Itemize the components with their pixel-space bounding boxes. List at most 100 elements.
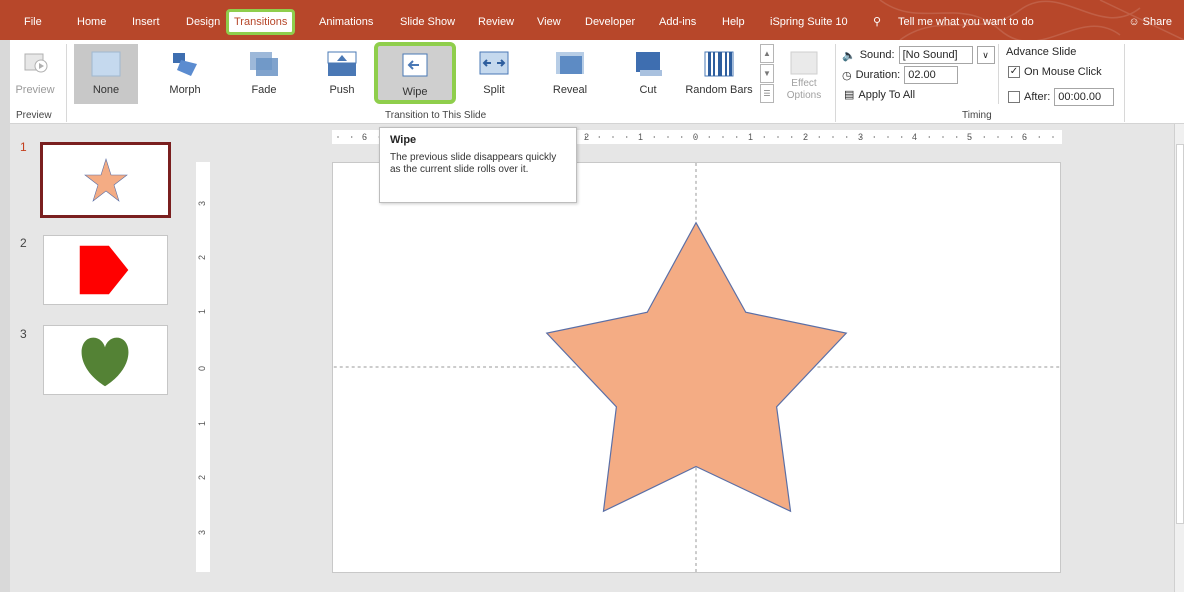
group-divider xyxy=(66,44,67,122)
transition-label: Cut xyxy=(639,84,657,96)
transition-label: Reveal xyxy=(552,84,588,96)
speaker-icon: 🔈 xyxy=(842,49,856,62)
gallery-scroll-up[interactable]: ▲ xyxy=(760,44,774,63)
transition-label: Split xyxy=(483,84,505,96)
ruler-tick: 2 xyxy=(197,255,207,260)
preview-label: Preview xyxy=(15,84,55,96)
chevron-down-icon[interactable]: ∨ xyxy=(976,46,995,64)
tab-transitions[interactable]: Transitions xyxy=(226,9,296,35)
effect-options-icon xyxy=(790,51,818,75)
wipe-transition-icon xyxy=(402,53,428,77)
wipe-tooltip: Wipe The previous slide disappears quick… xyxy=(379,127,577,203)
after-row: After: 00:00.00 xyxy=(1008,88,1115,106)
after-checkbox[interactable] xyxy=(1008,91,1020,103)
push-transition-icon xyxy=(327,51,357,76)
tab-ispring-suite[interactable]: iSpring Suite 10 xyxy=(770,12,848,32)
effect-options-line1: Effect xyxy=(791,78,817,89)
preview-button[interactable]: Preview xyxy=(12,44,58,104)
slide-thumbnail-1[interactable] xyxy=(40,142,171,218)
ruler-tick: 0 xyxy=(197,366,207,371)
tell-me-search[interactable]: Tell me what you want to do xyxy=(898,12,1034,32)
tab-help[interactable]: Help xyxy=(722,12,745,32)
apply-all-label: Apply To All xyxy=(858,88,916,101)
effect-options-label: Effect Options xyxy=(778,78,830,102)
transition-label: Push xyxy=(329,84,355,96)
ruler-tick: 4 xyxy=(912,132,917,142)
tab-insert[interactable]: Insert xyxy=(132,12,160,32)
tab-view[interactable]: View xyxy=(537,12,561,32)
current-slide-canvas[interactable] xyxy=(332,162,1061,573)
transition-fade[interactable]: Fade xyxy=(234,44,294,104)
gallery-more[interactable]: ☰ xyxy=(760,84,774,103)
tab-add-ins[interactable]: Add-ins xyxy=(659,12,696,32)
lightbulb-icon: ⚲ xyxy=(873,16,882,28)
clock-icon: ◷ xyxy=(842,69,852,82)
morph-transition-icon xyxy=(173,53,197,76)
ruler-tick: 6 xyxy=(362,132,367,142)
ruler-tick: 3 xyxy=(197,201,207,206)
transition-label: Morph xyxy=(169,84,201,96)
tab-review[interactable]: Review xyxy=(478,12,514,32)
apply-all-icon: ▤ xyxy=(844,89,855,101)
tooltip-title: Wipe xyxy=(390,134,417,146)
sound-row: 🔈 Sound: [No Sound] ∨ xyxy=(842,46,995,64)
effect-options-button[interactable]: Effect Options xyxy=(778,44,830,104)
transition-wipe[interactable]: Wipe xyxy=(374,42,456,104)
transition-label: Wipe xyxy=(402,86,428,98)
transition-reveal[interactable]: Reveal xyxy=(540,44,600,104)
transition-cut[interactable]: Cut xyxy=(618,44,678,104)
transition-group-label: Transition to This Slide xyxy=(385,110,487,121)
slide-number: 3 xyxy=(20,327,27,341)
slide-thumbnail-3[interactable] xyxy=(43,325,168,395)
transition-random-bars[interactable]: Random Bars xyxy=(684,44,754,104)
transition-push[interactable]: Push xyxy=(312,44,372,104)
none-transition-icon xyxy=(91,51,121,77)
after-time-input[interactable]: 00:00.00 xyxy=(1054,88,1115,106)
ruler-tick: 3 xyxy=(197,530,207,535)
preview-group-label: Preview xyxy=(16,110,52,121)
advance-slide-title: Advance Slide xyxy=(1006,46,1077,58)
apply-all-button[interactable]: ▤ Apply To All xyxy=(844,88,916,102)
transition-label: Fade xyxy=(251,84,277,96)
random-bars-transition-icon xyxy=(704,51,734,77)
ruler-tick: 1 xyxy=(197,421,207,426)
tab-design[interactable]: Design xyxy=(186,12,220,32)
duration-label: Duration: xyxy=(855,69,901,81)
star-shape-thumbnail xyxy=(84,157,128,202)
timing-group-label: Timing xyxy=(962,110,992,121)
ruler-tick: 6 xyxy=(1022,132,1027,142)
slide-number: 1 xyxy=(20,140,27,154)
tooltip-body: The previous slide disappears quickly as… xyxy=(390,152,557,175)
heart-shape-thumbnail xyxy=(81,337,129,387)
reveal-transition-icon xyxy=(556,52,584,74)
after-label: After: xyxy=(1024,91,1051,103)
tab-developer[interactable]: Developer xyxy=(585,12,635,32)
ribbon-tab-bar: File Home Insert Design Transitions Anim… xyxy=(0,0,1184,40)
transition-label: Random Bars xyxy=(685,84,753,96)
vertical-scrollbar[interactable] xyxy=(1174,124,1184,592)
group-divider xyxy=(1124,44,1125,122)
vertical-ruler: 3 2 1 0 1 2 3 xyxy=(196,162,210,572)
scroll-thumb[interactable] xyxy=(1176,144,1184,524)
gallery-scroll-down[interactable]: ▼ xyxy=(760,64,774,83)
share-label: Share xyxy=(1142,16,1172,28)
sound-label: Sound: xyxy=(859,49,895,61)
split-transition-icon xyxy=(479,51,509,75)
ruler-tick: 2 xyxy=(584,132,589,142)
tab-animations[interactable]: Animations xyxy=(319,12,373,32)
effect-options-line2: Options xyxy=(786,90,822,101)
share-button[interactable]: ☺ Share xyxy=(1128,12,1172,32)
slide-thumbnail-pane: 1 2 3 xyxy=(10,124,190,592)
on-mouse-click-checkbox[interactable]: ✓ xyxy=(1008,66,1020,78)
tab-file[interactable]: File xyxy=(24,12,42,32)
sound-dropdown[interactable]: [No Sound] xyxy=(898,46,973,64)
transition-none[interactable]: None xyxy=(74,44,138,104)
tab-slide-show[interactable]: Slide Show xyxy=(400,12,455,32)
tab-home[interactable]: Home xyxy=(77,12,106,32)
timing-divider xyxy=(998,44,999,104)
duration-input[interactable]: 02.00 xyxy=(904,66,959,84)
transition-split[interactable]: Split xyxy=(464,44,524,104)
slide-thumbnail-2[interactable] xyxy=(43,235,168,305)
ruler-tick: 1 xyxy=(197,309,207,314)
transition-morph[interactable]: Morph xyxy=(155,44,215,104)
